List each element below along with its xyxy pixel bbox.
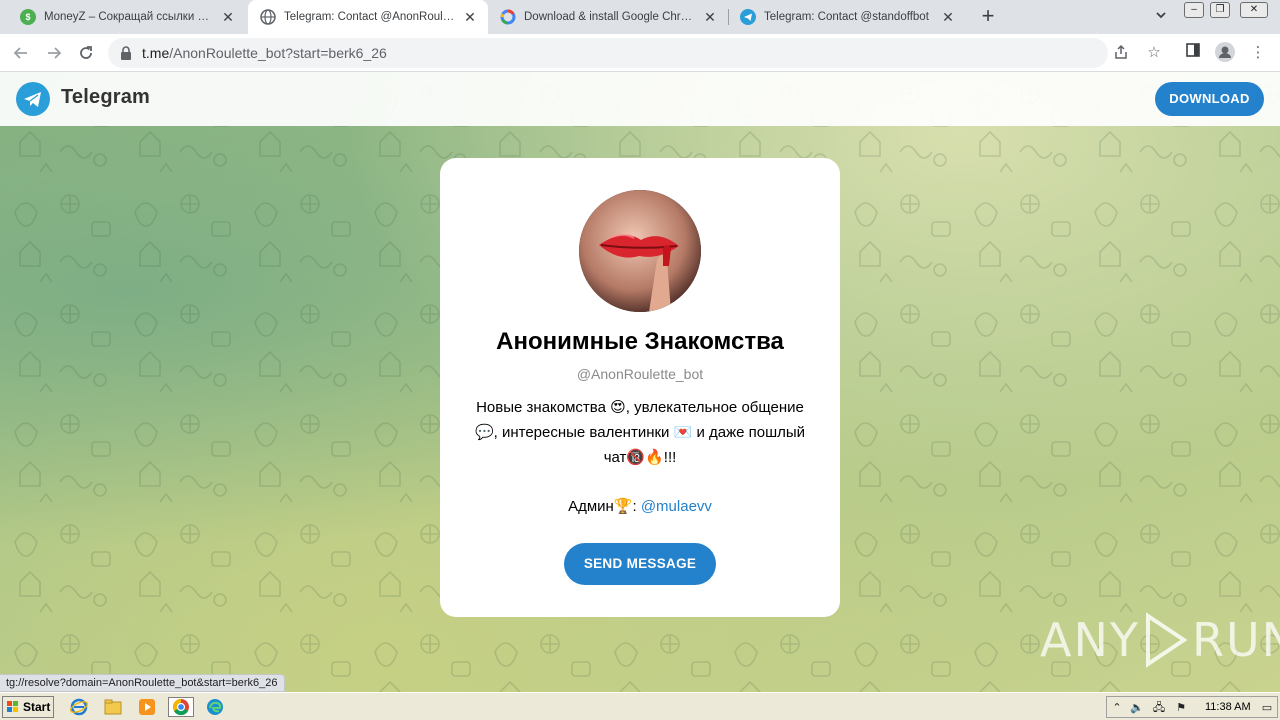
tab-title: Telegram: Contact @AnonRoulette_bot	[284, 11, 456, 23]
close-icon[interactable]: ✕	[220, 9, 236, 25]
restore-button[interactable]: ❐	[1210, 2, 1230, 18]
tab-strip: $ MoneyZ – Сокращай ссылки и зарабатывай…	[0, 0, 1280, 34]
lock-icon[interactable]	[120, 46, 132, 60]
tab-search-chevron-icon[interactable]	[1152, 8, 1170, 26]
admin-label: Админ🏆:	[568, 498, 641, 515]
action-center-flag-icon[interactable]: ⚑	[1173, 700, 1189, 716]
close-icon[interactable]: ✕	[940, 9, 956, 25]
profile-avatar-icon[interactable]	[1214, 42, 1236, 64]
bot-profile-card: Анонимные Знакомства @AnonRoulette_bot Н…	[440, 158, 840, 617]
minimize-button[interactable]: –	[1184, 2, 1204, 18]
anyrun-watermark: ANY RUN	[1040, 610, 1280, 670]
play-logo-icon	[1145, 612, 1188, 668]
telegram-header: Telegram DOWNLOAD	[0, 72, 1280, 126]
clock[interactable]: 11:38 AM	[1205, 697, 1251, 717]
moneyz-icon: $	[20, 9, 36, 25]
reload-icon[interactable]	[74, 41, 98, 65]
menu-kebab-icon[interactable]: ⋮	[1247, 42, 1269, 64]
volume-icon[interactable]: 🔈	[1129, 700, 1145, 716]
chrome-icon[interactable]	[168, 697, 194, 717]
close-icon[interactable]: ✕	[462, 9, 478, 25]
system-tray: ⌃ 🔈 🖧 ⚑ 11:38 AM ▭	[1106, 696, 1278, 718]
description-line: 💬, интересные валентинки 💌 и даже пошлый	[474, 424, 806, 441]
edge-icon[interactable]	[204, 697, 226, 717]
new-tab-button[interactable]: +	[976, 5, 1000, 29]
media-player-icon[interactable]	[136, 697, 158, 717]
tab-title: MoneyZ – Сокращай ссылки и зарабатывай	[44, 11, 214, 23]
watermark-left: ANY	[1040, 613, 1140, 667]
start-label: Start	[23, 700, 51, 714]
url-path: /AnonRoulette_bot?start=berk6_26	[169, 45, 387, 61]
forward-arrow-icon[interactable]	[42, 41, 66, 65]
admin-line: Админ🏆: @mulaevv	[440, 497, 840, 515]
status-bar-url: tg://resolve?domain=AnonRoulette_bot&sta…	[0, 674, 285, 692]
close-window-button[interactable]: ✕	[1240, 2, 1268, 18]
windows-flag-icon	[7, 701, 18, 712]
google-icon	[500, 9, 516, 25]
start-button[interactable]: Start	[2, 696, 54, 718]
tab-telegram-anonroulette[interactable]: Telegram: Contact @AnonRoulette_bot ✕	[248, 0, 488, 34]
show-desktop-icon[interactable]: ▭	[1259, 700, 1275, 716]
side-panel-icon[interactable]	[1182, 42, 1204, 64]
telegram-icon	[740, 9, 756, 25]
share-icon[interactable]	[1112, 44, 1130, 62]
url-host: t.me	[142, 45, 170, 61]
telegram-logo-icon[interactable]	[16, 82, 50, 116]
tab-title: Telegram: Contact @standoffbot	[764, 11, 929, 23]
close-icon[interactable]: ✕	[702, 9, 718, 25]
browser-toolbar: t.me/AnonRoulette_bot?start=berk6_26 ☆ ⋮	[0, 34, 1280, 72]
globe-icon	[260, 9, 276, 25]
ie-icon[interactable]	[68, 697, 90, 717]
tab-moneyz[interactable]: $ MoneyZ – Сокращай ссылки и зарабатывай…	[8, 0, 246, 34]
telegram-page: Telegram DOWNLOAD Анонимные Знакомства @…	[0, 72, 1280, 692]
back-arrow-icon[interactable]	[9, 41, 33, 65]
tab-telegram-standoffbot[interactable]: Telegram: Contact @standoffbot ✕	[728, 0, 966, 34]
network-icon[interactable]: 🖧	[1151, 700, 1167, 716]
description-line: чат🔞🔥!!!	[603, 449, 677, 466]
download-button[interactable]: DOWNLOAD	[1155, 82, 1264, 116]
bot-description: Новые знакомства 😍, увлекательное общени…	[460, 395, 820, 470]
description-line: Новые знакомства 😍, увлекательное общени…	[476, 399, 804, 416]
tab-title: Download & install Google Chrome - Googl…	[524, 11, 696, 23]
bot-avatar	[579, 190, 701, 312]
explorer-icon[interactable]	[102, 697, 124, 717]
telegram-brand[interactable]: Telegram	[61, 86, 150, 109]
windows-taskbar: Start ⌃ 🔈 🖧 ⚑ 11:38 AM ▭	[0, 692, 1280, 720]
send-message-button[interactable]: SEND MESSAGE	[564, 543, 716, 585]
tab-google-chrome[interactable]: Download & install Google Chrome - Googl…	[488, 0, 728, 34]
bookmark-star-icon[interactable]: ☆	[1143, 42, 1165, 64]
chevron-up-icon[interactable]: ⌃	[1109, 700, 1125, 716]
watermark-right: RUN	[1191, 613, 1280, 667]
bot-name: Анонимные Знакомства	[496, 328, 784, 355]
bot-handle: @AnonRoulette_bot	[576, 366, 704, 382]
admin-mention-link[interactable]: @mulaevv	[641, 498, 712, 515]
url-text[interactable]: t.me/AnonRoulette_bot?start=berk6_26	[142, 38, 387, 68]
address-bar[interactable]: t.me/AnonRoulette_bot?start=berk6_26	[108, 38, 1127, 68]
